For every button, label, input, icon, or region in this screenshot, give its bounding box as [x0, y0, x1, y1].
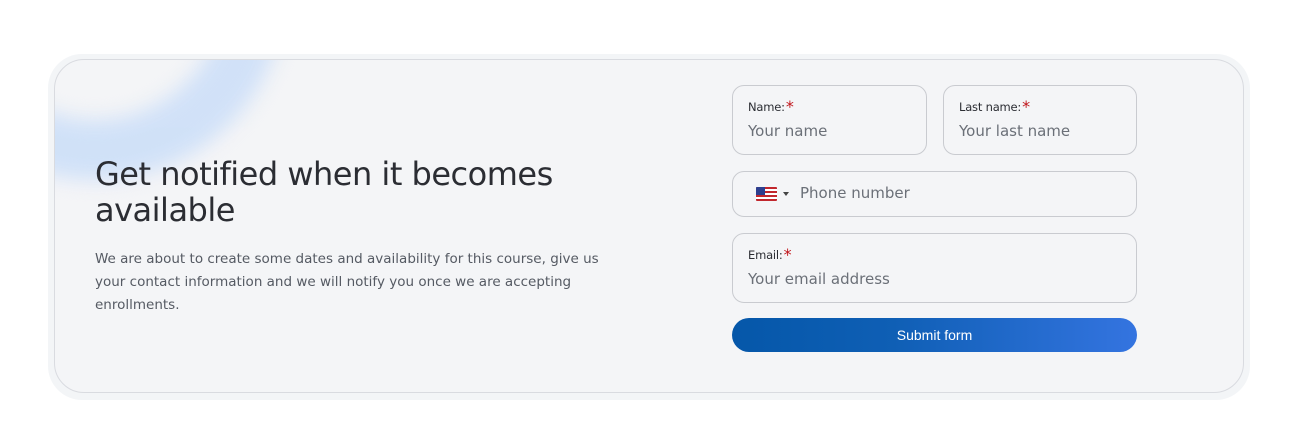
last-name-field[interactable]: Last name:*: [943, 85, 1137, 155]
required-mark: *: [1022, 97, 1030, 116]
last-name-input[interactable]: [959, 122, 1123, 140]
page-title: Get notified when it becomes available: [95, 155, 553, 229]
email-label: Email:*: [748, 245, 792, 264]
first-name-label: Name:*: [748, 97, 794, 116]
phone-field[interactable]: [732, 171, 1143, 217]
description-text: We are about to create some dates and av…: [95, 251, 599, 313]
us-flag-icon[interactable]: [756, 187, 777, 201]
first-name-field[interactable]: Name:*: [732, 85, 927, 155]
required-mark: *: [783, 245, 792, 264]
phone-input[interactable]: [800, 184, 1143, 202]
last-name-label: Last name:*: [959, 97, 1030, 116]
first-name-input[interactable]: [748, 122, 913, 140]
required-mark: *: [785, 97, 794, 116]
submit-button[interactable]: Submit form: [732, 318, 1137, 352]
email-field[interactable]: Email:*: [732, 233, 1137, 303]
notify-card: Get notified when it becomes available W…: [54, 59, 1244, 393]
email-input[interactable]: [748, 270, 1091, 288]
chevron-down-icon[interactable]: [783, 192, 789, 196]
